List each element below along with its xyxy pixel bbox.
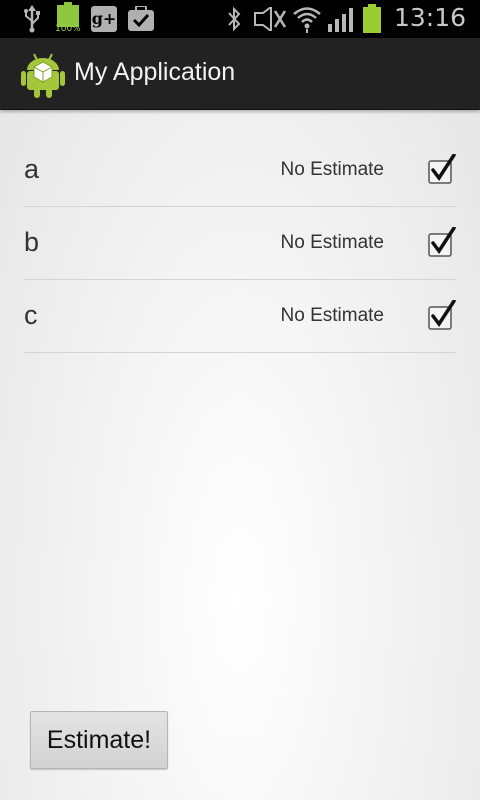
status-bar: 100% g+ 13:16 bbox=[0, 0, 480, 38]
item-name: b bbox=[24, 227, 40, 257]
wifi-icon bbox=[293, 7, 321, 33]
google-plus-icon: g+ bbox=[91, 6, 117, 32]
list-item[interactable]: a No Estimate bbox=[24, 134, 456, 207]
action-bar: My Application bbox=[0, 38, 480, 110]
clock: 13:16 bbox=[393, 3, 466, 32]
item-estimate: No Estimate bbox=[280, 232, 384, 253]
item-name: c bbox=[24, 300, 38, 330]
item-estimate: No Estimate bbox=[280, 305, 384, 326]
briefcase-check-icon bbox=[128, 6, 154, 31]
battery-full-icon: 100% bbox=[55, 2, 81, 35]
estimate-button[interactable]: Estimate! bbox=[30, 711, 168, 769]
list-item[interactable]: c No Estimate bbox=[24, 280, 456, 353]
item-checkbox[interactable] bbox=[428, 227, 456, 257]
item-checkbox[interactable] bbox=[428, 154, 456, 184]
battery-icon bbox=[362, 4, 382, 34]
app-title: My Application bbox=[74, 58, 236, 86]
mute-icon bbox=[254, 7, 287, 31]
list-item[interactable]: b No Estimate bbox=[24, 207, 456, 280]
estimate-list: a No Estimate b No Estimate c No Estimat… bbox=[24, 134, 456, 353]
item-name: a bbox=[24, 154, 40, 184]
item-estimate: No Estimate bbox=[280, 159, 384, 180]
usb-icon bbox=[24, 5, 40, 33]
item-checkbox[interactable] bbox=[428, 300, 456, 330]
battery-percent-label: 100% bbox=[55, 24, 81, 34]
bluetooth-icon bbox=[228, 6, 241, 32]
signal-icon bbox=[328, 8, 353, 32]
android-app-icon bbox=[21, 53, 65, 98]
